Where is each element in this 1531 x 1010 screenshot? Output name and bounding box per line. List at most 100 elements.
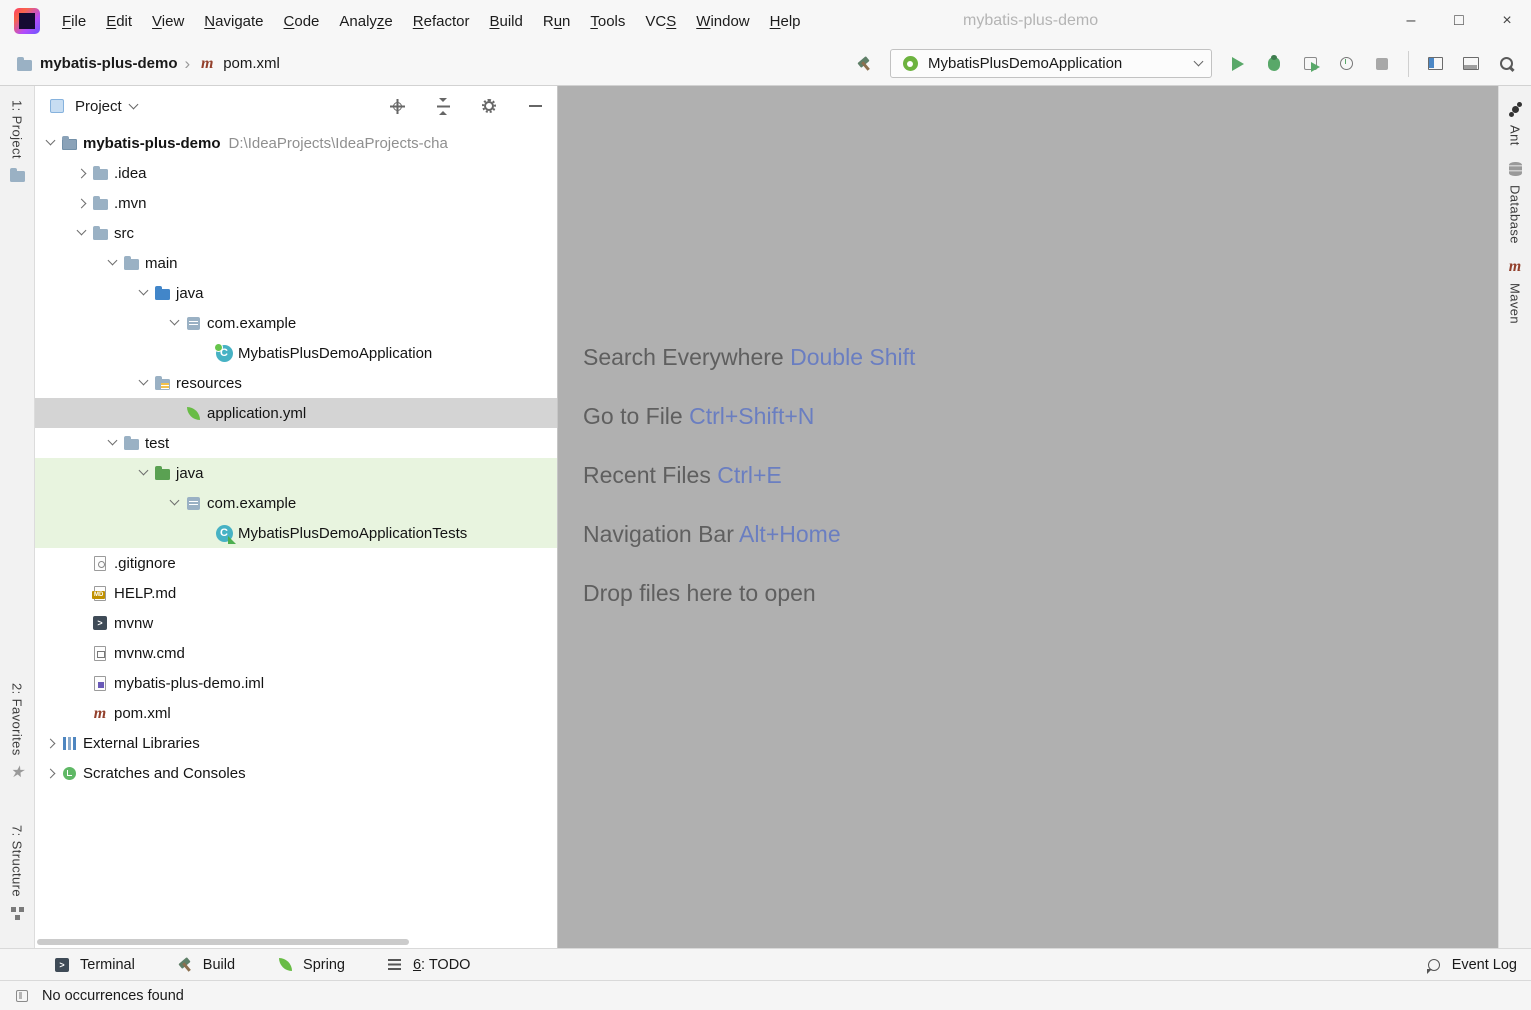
layout-icon[interactable] <box>1461 55 1481 73</box>
chevron-collapsed-icon[interactable] <box>45 738 55 748</box>
shortcut-hint: Search Everywhere Double Shift <box>583 344 1498 371</box>
menu-run[interactable]: Run <box>533 13 581 30</box>
menu-window[interactable]: Window <box>686 13 759 30</box>
menu-tools[interactable]: Tools <box>580 13 635 30</box>
run-configuration-select[interactable]: MybatisPlusDemoApplication <box>890 49 1212 78</box>
chevron-expanded-icon[interactable] <box>138 466 148 476</box>
tree-row[interactable]: com.example <box>35 488 557 518</box>
tree-item-label: mybatis-plus-demo <box>83 135 221 152</box>
run-with-coverage-button[interactable] <box>1300 55 1320 73</box>
project-panel-title[interactable]: Project <box>75 98 122 115</box>
tree-row[interactable]: java <box>35 278 557 308</box>
chevron-collapsed-icon[interactable] <box>45 768 55 778</box>
project-horizontal-scrollbar[interactable] <box>37 939 409 945</box>
menu-build[interactable]: Build <box>479 13 532 30</box>
chevron-expanded-icon[interactable] <box>138 376 148 386</box>
minimize-button[interactable]: – <box>1387 0 1435 42</box>
tree-row[interactable]: MybatisPlusDemoApplicationTests <box>35 518 557 548</box>
star-icon <box>7 763 27 781</box>
tree-row[interactable]: main <box>35 248 557 278</box>
menu-vcs[interactable]: VCS <box>635 13 686 30</box>
tree-row[interactable]: src <box>35 218 557 248</box>
run-button[interactable] <box>1228 55 1248 73</box>
tree-row[interactable]: mvnw <box>35 608 557 638</box>
tree-item-path: D:\IdeaProjects\IdeaProjects-cha <box>229 135 448 152</box>
tree-row[interactable]: test <box>35 428 557 458</box>
tool-window-button-7-structure[interactable]: 7: Structure <box>7 825 27 922</box>
tree-row[interactable]: application.yml <box>35 398 557 428</box>
tree-row[interactable]: .mvn <box>35 188 557 218</box>
maven-icon <box>1505 258 1525 276</box>
close-button[interactable]: × <box>1483 0 1531 42</box>
editor-shortcut-hints: Search Everywhere Double ShiftGo to File… <box>558 86 1498 607</box>
tool-window-button-build[interactable]: Build <box>175 956 235 974</box>
menu-help[interactable]: Help <box>760 13 811 30</box>
tree-row[interactable]: resources <box>35 368 557 398</box>
tree-row[interactable]: pom.xml <box>35 698 557 728</box>
breadcrumb-item[interactable]: pom.xml <box>197 55 280 73</box>
tree-item-label: .gitignore <box>114 555 176 572</box>
profiler-button[interactable] <box>1336 55 1356 73</box>
menu-code[interactable]: Code <box>274 13 330 30</box>
select-opened-file-icon[interactable] <box>387 97 407 115</box>
tree-row[interactable]: External Libraries <box>35 728 557 758</box>
tree-item-label: mvnw.cmd <box>114 645 185 662</box>
search-everywhere-icon[interactable] <box>1497 55 1517 73</box>
maximize-button[interactable]: □ <box>1435 0 1483 42</box>
folder-test-icon <box>152 464 172 482</box>
tree-row[interactable]: .gitignore <box>35 548 557 578</box>
folder-icon <box>90 164 110 182</box>
chevron-expanded-icon[interactable] <box>169 316 179 326</box>
menu-navigate[interactable]: Navigate <box>194 13 273 30</box>
menu-edit[interactable]: Edit <box>96 13 142 30</box>
hide-panel-icon[interactable] <box>525 97 545 115</box>
tool-window-button-6-todo[interactable]: 6: TODO <box>385 956 471 974</box>
tool-window-button-2-favorites[interactable]: 2: Favorites <box>7 683 27 781</box>
tree-row[interactable]: mybatis-plus-demo.iml <box>35 668 557 698</box>
chevron-expanded-icon[interactable] <box>107 436 117 446</box>
chevron-expanded-icon[interactable] <box>169 496 179 506</box>
menu-analyze[interactable]: Analyze <box>329 13 402 30</box>
scratch-icon <box>59 764 79 782</box>
chevron-expanded-icon[interactable] <box>76 226 86 236</box>
chevron-expanded-icon[interactable] <box>138 286 148 296</box>
tool-window-button-event-log[interactable]: Event Log <box>1424 956 1517 974</box>
tree-row[interactable]: MybatisPlusDemoApplication <box>35 338 557 368</box>
chevron-slot <box>134 292 152 294</box>
tool-window-button-spring[interactable]: Spring <box>275 956 345 974</box>
chevron-expanded-icon[interactable] <box>45 136 55 146</box>
tool-window-button-maven[interactable]: Maven <box>1505 258 1525 324</box>
tree-row[interactable]: HELP.md <box>35 578 557 608</box>
tree-row[interactable]: mvnw.cmd <box>35 638 557 668</box>
build-hammer-icon[interactable] <box>854 55 874 73</box>
tree-row[interactable]: com.example <box>35 308 557 338</box>
spring-icon <box>275 956 295 974</box>
ant-icon <box>1505 100 1525 118</box>
project-view-chevron-icon[interactable] <box>128 99 138 109</box>
collapse-all-icon[interactable] <box>433 97 453 115</box>
tool-window-button-database[interactable]: Database <box>1505 160 1525 244</box>
chevron-collapsed-icon[interactable] <box>76 168 86 178</box>
tree-row[interactable]: mybatis-plus-demo D:\IdeaProjects\IdeaPro… <box>35 128 557 158</box>
chevron-collapsed-icon[interactable] <box>76 198 86 208</box>
tool-window-button-ant[interactable]: Ant <box>1505 100 1525 146</box>
menu-file[interactable]: File <box>52 13 96 30</box>
run-configuration-label: MybatisPlusDemoApplication <box>928 55 1122 72</box>
menu-refactor[interactable]: Refactor <box>403 13 480 30</box>
breadcrumb-item[interactable]: mybatis-plus-demo <box>14 55 178 73</box>
chevron-expanded-icon[interactable] <box>107 256 117 266</box>
tree-row[interactable]: java <box>35 458 557 488</box>
status-message: No occurrences found <box>42 988 184 1004</box>
settings-gear-icon[interactable] <box>479 97 499 115</box>
tree-row[interactable]: .idea <box>35 158 557 188</box>
left-tool-window-stripe: 1: Project 2: Favorites 7: Structure <box>0 86 35 948</box>
debug-button[interactable] <box>1264 55 1284 73</box>
tree-row[interactable]: Scratches and Consoles <box>35 758 557 788</box>
project-structure-icon[interactable] <box>1425 55 1445 73</box>
tool-window-button-terminal[interactable]: Terminal <box>52 956 135 974</box>
event-icon <box>1424 956 1444 974</box>
tool-window-button-1-project[interactable]: 1: Project <box>7 100 27 184</box>
menu-view[interactable]: View <box>142 13 194 30</box>
chevron-slot <box>103 262 121 264</box>
stripe-toggle-icon[interactable] <box>12 987 32 1005</box>
